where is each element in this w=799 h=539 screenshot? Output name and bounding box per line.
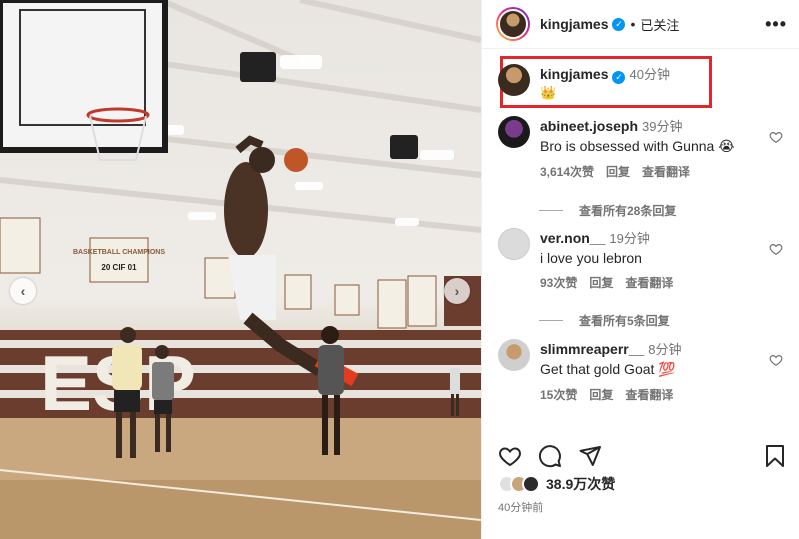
post-header: kingjames ✓ • 已关注 ••• [482,0,799,49]
post-actions-bar [482,442,799,470]
caption-time[interactable]: 40分钟 [629,67,669,82]
verified-badge-icon: ✓ [612,71,626,84]
separator-dot: • [630,16,636,32]
liker-avatar [522,475,540,493]
comment-item: slimmreaperr__ 8分钟 Get that gold Goat 💯 1… [498,339,787,403]
heart-icon[interactable] [769,242,783,256]
follow-status-button[interactable]: 已关注 [640,15,679,34]
reply-button[interactable]: 回复 [606,163,630,180]
send-icon[interactable] [578,444,602,468]
verified-badge-icon: ✓ [612,17,626,31]
chevron-left-icon: ‹ [20,283,26,299]
caption-username[interactable]: kingjames [540,66,608,82]
caption-text: 👑 [540,85,557,100]
comment-text: i love you lebron [540,250,642,266]
commenter-avatar[interactable] [498,339,530,371]
author-avatar[interactable] [496,7,530,41]
comment-time[interactable]: 19分钟 [609,231,649,246]
commenter-avatar[interactable] [498,228,530,260]
instagram-post-view: ESP BASKETBALL CHAMPIONS 20 CIF 01 [0,0,799,539]
replies-divider [539,320,563,321]
commenter-username[interactable]: slimmreaperr__ [540,341,644,357]
heart-icon[interactable] [769,130,783,144]
bookmark-icon[interactable] [763,444,787,468]
comment-time[interactable]: 39分钟 [642,119,682,134]
commenter-username[interactable]: abineet.joseph [540,118,638,134]
post-caption: kingjames ✓ 40分钟 👑 [498,64,670,101]
likes-summary[interactable]: 38.9万次赞 [498,474,615,494]
translate-button[interactable]: 查看翻译 [642,163,690,180]
banner-title: BASKETBALL CHAMPIONS [73,249,165,256]
gym-dunk-scene: ESP BASKETBALL CHAMPIONS 20 CIF 01 [0,0,481,539]
post-photo[interactable]: ESP BASKETBALL CHAMPIONS 20 CIF 01 [0,0,481,539]
author-username[interactable]: kingjames [540,16,608,32]
comment-item: abineet.joseph 39分钟 Bro is obsessed with … [498,116,787,180]
comment-time[interactable]: 8分钟 [648,342,681,357]
replies-divider [539,210,563,211]
translate-button[interactable]: 查看翻译 [625,386,673,403]
commenter-username[interactable]: ver.non__ [540,230,605,246]
view-replies-label: 查看所有5条回复 [579,314,670,328]
comments-scroll-area[interactable]: kingjames ✓ 40分钟 👑 abineet.joseph 39分钟 Bro … [482,50,799,442]
comment-text: Get that gold Goat 💯 [540,361,676,377]
heart-icon[interactable] [498,444,522,468]
comment-likes[interactable]: 93次赞 [540,274,577,291]
comment-text: Bro is obsessed with Gunna 😭 [540,138,735,154]
comment-item: ver.non__ 19分钟 i love you lebron 93次赞 回复 … [498,228,787,291]
next-photo-button[interactable]: › [444,278,470,304]
view-replies-button[interactable]: 查看所有5条回复 [539,312,670,329]
reply-button[interactable]: 回复 [589,386,613,403]
previous-photo-button[interactable]: ‹ [10,278,36,304]
view-replies-button[interactable]: 查看所有28条回复 [539,202,676,219]
commenter-avatar[interactable] [498,116,530,148]
banner-year: 20 CIF 01 [101,263,137,272]
comment-icon[interactable] [538,444,562,468]
heart-icon[interactable] [769,353,783,367]
post-side-panel: kingjames ✓ • 已关注 ••• kingjames✓40分钟 👑 [481,0,799,539]
translate-button[interactable]: 查看翻译 [625,274,673,291]
reply-button[interactable]: 回复 [589,274,613,291]
comment-likes[interactable]: 15次赞 [540,386,577,403]
view-replies-label: 查看所有28条回复 [579,204,677,218]
more-options-icon[interactable]: ••• [765,14,787,35]
chevron-right-icon: › [454,283,460,299]
comment-likes[interactable]: 3,614次赞 [540,163,594,180]
posted-time[interactable]: 40分钟前 [498,499,543,515]
likes-count[interactable]: 38.9万次赞 [546,474,615,494]
caption-avatar[interactable] [498,64,530,96]
